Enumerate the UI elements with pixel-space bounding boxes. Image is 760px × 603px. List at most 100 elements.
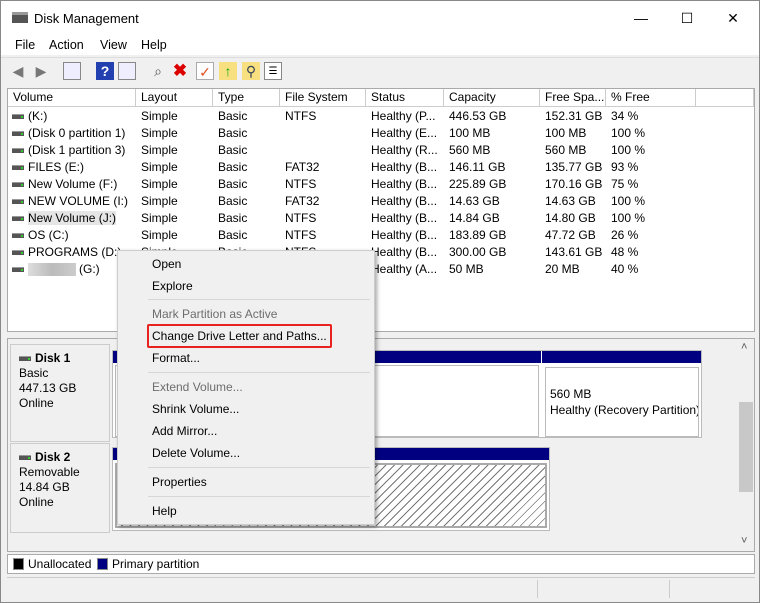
legend-primary-partition: Primary partition <box>112 557 200 571</box>
cell-file-system: NTFS <box>285 228 317 242</box>
volume-row[interactable]: (K:) Simple Basic NTFS Healthy (P... 446.53 G… <box>8 108 754 125</box>
maximize-button[interactable]: ☐ <box>664 1 710 35</box>
volume-name: FILES (E:) <box>28 160 85 174</box>
connect-disk-icon[interactable]: ⌕ <box>149 62 167 80</box>
up-folder-icon[interactable]: ↑ <box>219 62 237 80</box>
menu-item-explore[interactable]: Explore <box>152 276 193 296</box>
help-icon[interactable]: ? <box>96 62 114 80</box>
cell-volume: (Disk 1 partition 3) <box>12 142 134 159</box>
volume-drive-icon <box>12 216 24 222</box>
cell-percent-free: 100 % <box>611 126 646 140</box>
column-header-volume[interactable]: Volume <box>8 89 136 107</box>
volume-row[interactable]: (Disk 0 partition 1) Simple Basic Healthy (… <box>8 125 754 142</box>
volume-row[interactable]: FILES (E:) Simple Basic FAT32 Healthy (B... 1… <box>8 159 754 176</box>
menu-item-change-drive-letter[interactable]: Change Drive Letter and Paths... <box>152 326 327 346</box>
cell-type: Basic <box>218 228 248 242</box>
scroll-up-icon[interactable]: ˄ <box>741 341 747 353</box>
menu-separator <box>148 496 370 497</box>
cell-layout: Simple <box>141 211 178 225</box>
column-header-type[interactable]: Type <box>213 89 280 107</box>
show-hide-action-pane-icon[interactable] <box>118 62 136 80</box>
back-icon[interactable]: ◀ <box>9 62 27 80</box>
minimize-button[interactable]: — <box>618 1 664 35</box>
cell-percent-free: 100 % <box>611 194 646 208</box>
column-header-layout[interactable]: Layout <box>136 89 213 107</box>
volume-name: PROGRAMS (D:) <box>28 245 122 259</box>
delete-icon[interactable]: ✖ <box>171 62 189 80</box>
volume-name: (Disk 1 partition 3) <box>28 143 126 157</box>
cell-percent-free: 75 % <box>611 177 639 191</box>
menu-action[interactable]: Action <box>49 38 84 52</box>
vertical-scrollbar[interactable]: ˄ ˅ <box>738 339 754 551</box>
menu-item-shrink-volume[interactable]: Shrink Volume... <box>152 399 239 419</box>
volume-row[interactable]: New Volume (F:) Simple Basic NTFS Healthy (B… <box>8 176 754 193</box>
column-header-percent-free[interactable]: % Free <box>606 89 696 107</box>
cell-type: Basic <box>218 126 248 140</box>
cell-layout: Simple <box>141 160 178 174</box>
scroll-down-icon[interactable]: ˅ <box>741 535 747 547</box>
volume-row[interactable]: NEW VOLUME (I:) Simple Basic FAT32 Healthy (… <box>8 193 754 210</box>
disk-type: Basic <box>19 366 49 380</box>
volume-name: (K:) <box>28 109 48 123</box>
volume-row[interactable]: (Disk 1 partition 3) Simple Basic Healthy (… <box>8 142 754 159</box>
cell-free-space: 20 MB <box>545 262 580 276</box>
menu-item-help[interactable]: Help <box>152 501 177 521</box>
volume-row[interactable]: OS (C:) Simple Basic NTFS Healthy (B... 183.8… <box>8 227 754 244</box>
forward-icon[interactable]: ▶ <box>32 62 50 80</box>
unallocated-swatch <box>13 558 24 570</box>
menu-view[interactable]: View <box>100 38 127 52</box>
cell-capacity: 14.63 GB <box>449 194 500 208</box>
column-header-file-system[interactable]: File System <box>280 89 366 107</box>
volume-name: NEW VOLUME (I:) <box>28 194 129 208</box>
menu-item-add-mirror[interactable]: Add Mirror... <box>152 421 217 441</box>
cell-capacity: 100 MB <box>449 126 491 140</box>
cell-free-space: 152.31 GB <box>545 109 603 123</box>
disk-state: Online <box>19 396 54 410</box>
recovery-partition[interactable]: 560 MB Healthy (Recovery Partition) <box>545 367 699 437</box>
column-header-free-space[interactable]: Free Spa... <box>540 89 606 107</box>
menu-help[interactable]: Help <box>141 38 167 52</box>
volume-drive-icon <box>12 131 24 137</box>
cell-percent-free: 100 % <box>611 143 646 157</box>
status-divider <box>669 580 670 598</box>
menu-item-open[interactable]: Open <box>152 254 181 274</box>
column-header-status[interactable]: Status <box>366 89 444 107</box>
disk-2-label[interactable]: Disk 2 Removable 14.84 GB Online <box>10 443 110 533</box>
volume-drive-icon <box>12 233 24 239</box>
cell-free-space: 14.63 GB <box>545 194 596 208</box>
disk-name: Disk 2 <box>35 450 71 464</box>
disk-icon <box>19 455 31 461</box>
volume-name: (Disk 0 partition 1) <box>28 126 126 140</box>
column-header-empty <box>696 89 754 107</box>
disk-size: 447.13 GB <box>19 381 77 395</box>
cell-percent-free: 40 % <box>611 262 639 276</box>
cell-volume: New Volume (J:) <box>12 210 134 227</box>
cell-status: Healthy (P... <box>371 109 436 123</box>
menu-item-delete-volume[interactable]: Delete Volume... <box>152 443 240 463</box>
cell-percent-free: 34 % <box>611 109 639 123</box>
menu-separator <box>148 299 370 300</box>
volume-row[interactable]: New Volume (J:) Simple Basic NTFS Healthy (B… <box>8 210 754 227</box>
cell-file-system: FAT32 <box>285 160 320 174</box>
scrollbar-thumb[interactable] <box>739 402 753 492</box>
volume-name: OS (C:) <box>28 228 69 242</box>
show-hide-console-tree-icon[interactable] <box>63 62 81 80</box>
menu-file[interactable]: File <box>15 38 35 52</box>
disk-state: Online <box>19 495 54 509</box>
menu-item-properties[interactable]: Properties <box>152 472 207 492</box>
disk-1-label[interactable]: Disk 1 Basic 447.13 GB Online <box>10 344 110 442</box>
column-header-capacity[interactable]: Capacity <box>444 89 540 107</box>
cell-volume: New Volume (F:) <box>12 176 134 193</box>
menu-item-format[interactable]: Format... <box>152 348 200 368</box>
cell-capacity: 446.53 GB <box>449 109 507 123</box>
disk-type: Removable <box>19 465 80 479</box>
list-settings-icon[interactable]: ☰ <box>264 62 282 80</box>
cell-status: Healthy (E... <box>371 126 438 140</box>
cell-type: Basic <box>218 160 248 174</box>
search-folder-icon[interactable]: ⚲ <box>242 62 260 80</box>
cell-status: Healthy (B... <box>371 228 438 242</box>
properties-check-icon[interactable]: ✓ <box>196 62 214 80</box>
close-button[interactable]: ✕ <box>710 1 756 35</box>
cell-free-space: 14.80 GB <box>545 211 596 225</box>
menu-separator <box>148 372 370 373</box>
